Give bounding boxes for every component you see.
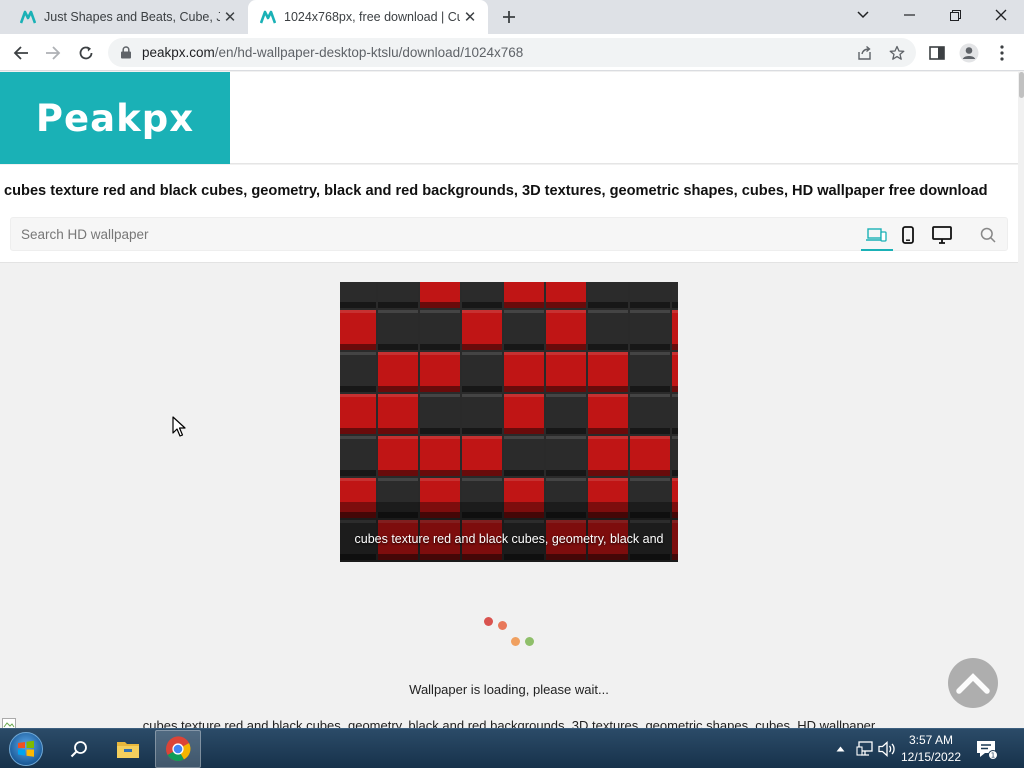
search-icon xyxy=(980,227,996,243)
browser-tab-strip: Just Shapes and Beats, Cube, JSaB ✕ 1024… xyxy=(0,0,1024,34)
plus-icon xyxy=(503,11,515,23)
close-tab-icon[interactable]: ✕ xyxy=(460,7,480,27)
site-logo[interactable]: Peakpx xyxy=(0,72,230,164)
loading-spinner xyxy=(480,612,540,652)
more-vert-icon xyxy=(1000,45,1004,61)
close-icon xyxy=(995,9,1007,21)
chrome-icon xyxy=(166,736,191,762)
start-button[interactable] xyxy=(6,730,46,768)
filter-desktop-button[interactable] xyxy=(929,224,955,246)
close-window-button[interactable] xyxy=(978,0,1024,30)
restore-button[interactable] xyxy=(932,0,978,30)
active-filter-indicator xyxy=(861,249,893,251)
web-page: Peakpx cubes texture red and black cubes… xyxy=(0,72,1018,728)
system-clock[interactable]: 3:57 AM 12/15/2022 xyxy=(896,732,966,766)
share-icon xyxy=(858,45,871,60)
reload-icon xyxy=(79,46,93,60)
speaker-icon xyxy=(878,741,895,757)
loader-dot xyxy=(498,621,507,630)
scroll-to-top-button[interactable] xyxy=(948,658,998,708)
scrollbar-thumb[interactable] xyxy=(1019,72,1024,98)
browser-toolbar: peakpx.com/en/hd-wallpaper-desktop-ktslu… xyxy=(0,34,1024,71)
svg-text:1: 1 xyxy=(991,752,995,760)
phone-icon xyxy=(902,226,914,244)
loader-dot xyxy=(525,637,534,646)
chevron-down-icon xyxy=(857,11,869,19)
show-hidden-icons-button[interactable] xyxy=(832,739,848,759)
network-status-button[interactable] xyxy=(854,739,876,759)
filter-laptop-button[interactable] xyxy=(863,224,889,246)
site-header: Peakpx xyxy=(0,72,1018,164)
chevron-up-icon xyxy=(956,673,990,694)
file-explorer-icon xyxy=(117,742,139,758)
wallpaper-description: cubes texture red and black cubes, geome… xyxy=(142,718,876,728)
tab-just-shapes-and-beats[interactable]: Just Shapes and Beats, Cube, JSaB ✕ xyxy=(8,0,248,34)
laptop-icon xyxy=(866,228,887,242)
headline-section: cubes texture red and black cubes, geome… xyxy=(0,165,1018,263)
peakpx-icon xyxy=(20,10,36,24)
search-button[interactable] xyxy=(975,224,1001,246)
address-bar[interactable]: peakpx.com/en/hd-wallpaper-desktop-ktslu… xyxy=(108,38,916,67)
side-panel-icon xyxy=(929,46,945,60)
taskbar-chrome[interactable] xyxy=(155,730,201,768)
close-tab-icon[interactable]: ✕ xyxy=(220,7,240,27)
tab-title: Just Shapes and Beats, Cube, JSaB xyxy=(44,10,220,24)
windows-taskbar: 3:57 AM 12/15/2022 1 xyxy=(0,728,1024,768)
volume-button[interactable] xyxy=(876,739,898,759)
bookmark-button[interactable] xyxy=(888,44,906,62)
new-tab-button[interactable] xyxy=(497,5,521,29)
search-bar xyxy=(10,217,1008,251)
clock-date: 12/15/2022 xyxy=(900,750,962,764)
taskbar-file-explorer[interactable] xyxy=(105,730,151,768)
loading-message: Wallpaper is loading, please wait... xyxy=(409,682,609,697)
logo-text: Peakpx xyxy=(35,96,195,140)
url-text[interactable]: peakpx.com/en/hd-wallpaper-desktop-ktslu… xyxy=(142,45,523,60)
clock-time: 3:57 AM xyxy=(908,733,954,747)
tab-peakpx-download[interactable]: 1024x768px, free download | Cube ✕ xyxy=(248,0,488,34)
page-scrollbar[interactable] xyxy=(1018,72,1024,728)
action-center-button[interactable]: 1 xyxy=(974,737,998,761)
wallpaper-caption: cubes texture red and black cubes, geome… xyxy=(354,532,664,546)
search-icon xyxy=(70,741,87,758)
share-button[interactable] xyxy=(856,44,874,62)
filter-phone-button[interactable] xyxy=(895,224,921,246)
back-button[interactable] xyxy=(8,40,34,66)
minimize-button[interactable] xyxy=(886,0,932,30)
windows-logo-icon xyxy=(9,732,43,766)
caret-up-icon xyxy=(836,746,844,752)
peakpx-icon xyxy=(260,10,276,24)
minimize-icon xyxy=(903,14,915,16)
desktop-icon xyxy=(932,226,952,244)
arrow-right-icon xyxy=(46,46,61,60)
lock-icon[interactable] xyxy=(120,46,132,59)
mouse-cursor-icon xyxy=(172,416,186,437)
search-input[interactable] xyxy=(11,218,851,250)
arrow-left-icon xyxy=(13,46,28,60)
tab-search-button[interactable] xyxy=(840,0,886,30)
chrome-menu-button[interactable] xyxy=(989,40,1015,66)
avatar-icon xyxy=(959,43,979,63)
reload-button[interactable] xyxy=(73,40,99,66)
loader-dot xyxy=(484,617,493,626)
forward-button[interactable] xyxy=(40,40,66,66)
network-icon xyxy=(856,741,873,756)
profile-button[interactable] xyxy=(956,40,982,66)
notification-icon: 1 xyxy=(977,741,998,760)
restore-icon xyxy=(949,9,961,21)
taskbar-search-button[interactable] xyxy=(56,730,102,768)
side-panel-button[interactable] xyxy=(924,40,950,66)
loader-dot xyxy=(511,637,520,646)
page-title: cubes texture red and black cubes, geome… xyxy=(4,183,988,199)
wallpaper-preview[interactable]: cubes texture red and black cubes, geome… xyxy=(340,282,678,562)
tab-title: 1024x768px, free download | Cube xyxy=(284,10,460,24)
cubes-texture-image xyxy=(340,282,678,562)
star-icon xyxy=(889,45,905,60)
